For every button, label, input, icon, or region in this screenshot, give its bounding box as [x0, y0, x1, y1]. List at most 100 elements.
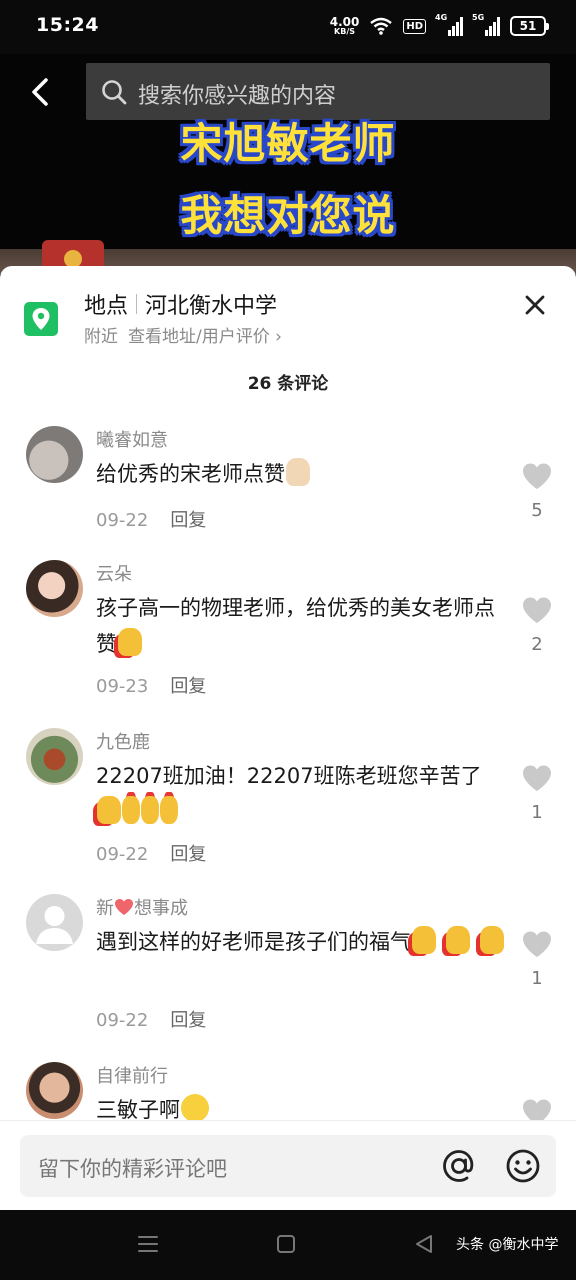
comment-input-placeholder: 留下你的精彩评论吧: [38, 1157, 227, 1181]
signal-icon-sim2: 5G: [472, 13, 500, 36]
comment-username[interactable]: 自律前行: [96, 1062, 168, 1088]
comment-text-body: 三敏子啊: [96, 1098, 180, 1122]
comment-text-body: 22207班加油！22207班陈老班您辛苦了: [96, 764, 482, 788]
username-part: 想事成: [134, 898, 188, 919]
reply-button[interactable]: 回复: [170, 844, 206, 865]
comment-text-body: 遇到这样的好老师是孩子们的福气: [96, 930, 411, 954]
comment-text: 遇到这样的好老师是孩子们的福气: [96, 924, 506, 960]
username-part: 新: [96, 898, 114, 919]
comment-text-body: 孩子高一的物理老师，给优秀的美女老师点赞: [96, 596, 495, 656]
like-count: 1: [531, 802, 543, 823]
network-speed-unit: KB/S: [334, 27, 356, 36]
reply-button[interactable]: 回复: [170, 676, 206, 697]
back-button[interactable]: [24, 74, 60, 110]
comment-text-body: 给优秀的宋老师点赞: [96, 462, 285, 486]
comments-sheet: 地点 河北衡水中学 附近 查看地址/用户评价 › 26 条评论 曦睿如意 给优秀的…: [0, 266, 576, 1210]
wifi-icon: [370, 17, 393, 35]
comment-input[interactable]: 留下你的精彩评论吧: [20, 1135, 556, 1197]
grinning-face-icon: [181, 1094, 209, 1122]
comment-meta: 09-22 回复: [96, 506, 206, 532]
thumbs-up-icon: [446, 926, 470, 954]
reply-button[interactable]: 回复: [170, 510, 206, 531]
avatar[interactable]: [26, 728, 83, 785]
video-overlay-title-1: 宋旭敏老师: [180, 119, 396, 168]
like-button[interactable]: 1: [520, 764, 554, 823]
thumbs-up-icon: [97, 796, 121, 824]
like-button[interactable]: 2: [520, 596, 554, 655]
heart-icon: [523, 463, 551, 489]
at-icon[interactable]: [440, 1147, 478, 1185]
thumbs-up-icon: [480, 926, 504, 954]
avatar[interactable]: [26, 426, 83, 483]
video-header: 搜索你感兴趣的内容 宋旭敏老师 我想对您说: [0, 54, 576, 274]
comment-item: 新想事成 遇到这样的好老师是孩子们的福气 09-22 回复 1: [0, 894, 576, 1034]
comment-text: 22207班加油！22207班陈老班您辛苦了: [96, 758, 506, 830]
comment-text: 给优秀的宋老师点赞: [96, 456, 506, 492]
comment-username[interactable]: 云朵: [96, 560, 132, 586]
like-count: 5: [531, 500, 543, 521]
hd-badge: HD: [403, 18, 426, 34]
comment-date: 09-22: [96, 844, 149, 865]
location-subline[interactable]: 附近 查看地址/用户评价 ›: [84, 322, 282, 347]
comment-date: 09-22: [96, 510, 149, 531]
divider: [136, 294, 138, 314]
avatar[interactable]: [26, 1062, 83, 1119]
battery-icon: 51: [510, 16, 549, 36]
comment-meta: 09-23 回复: [96, 672, 206, 698]
network-speed: 4.00 KB/S: [330, 16, 360, 36]
signal-icon-sim1: 4G: [435, 13, 463, 36]
status-icons: 4.00 KB/S HD 4G 5G 51: [330, 13, 549, 39]
location-nearby: 附近: [84, 327, 118, 347]
comment-item: 云朵 孩子高一的物理老师，给优秀的美女老师点赞 09-23 回复 2: [0, 560, 576, 700]
comment-username[interactable]: 九色鹿: [96, 728, 150, 754]
location-header[interactable]: 地点 河北衡水中学: [84, 288, 277, 320]
watermark: 头条 @衡水中学: [456, 1237, 559, 1253]
avatar[interactable]: [26, 560, 83, 617]
video-overlay-title-2: 我想对您说: [180, 191, 396, 240]
back-triangle-icon[interactable]: [412, 1232, 436, 1256]
comment-username[interactable]: 曦睿如意: [96, 426, 168, 452]
status-bar: 15:24 4.00 KB/S HD 4G 5G 51: [0, 0, 576, 54]
avatar[interactable]: [26, 894, 83, 951]
location-name: 河北衡水中学: [145, 294, 278, 319]
like-count: 2: [531, 634, 543, 655]
like-button[interactable]: 1: [520, 930, 554, 989]
thumbs-up-icon: [286, 458, 310, 486]
like-button[interactable]: 5: [520, 462, 554, 521]
reply-button[interactable]: 回复: [170, 1010, 206, 1031]
location-label: 地点: [84, 294, 129, 319]
comment-meta: 09-22 回复: [96, 1006, 206, 1032]
comment-date: 09-23: [96, 676, 149, 697]
default-avatar-icon: [36, 906, 73, 944]
search-placeholder: 搜索你感兴趣的内容: [138, 84, 337, 109]
like-count: 1: [531, 968, 543, 989]
search-icon: [102, 80, 127, 105]
comment-count: 26 条评论: [247, 374, 329, 394]
fingers-crossed-icon: [122, 796, 140, 824]
thumbs-up-icon: [118, 628, 142, 656]
system-nav-bar: 头条 @衡水中学: [0, 1210, 576, 1280]
heart-icon: [523, 597, 551, 623]
chevron-left-icon: [32, 78, 48, 106]
status-time: 15:24: [36, 14, 99, 36]
comment-item: 九色鹿 22207班加油！22207班陈老班您辛苦了 09-22 回复 1: [0, 728, 576, 868]
signal-label: 5G: [472, 13, 485, 22]
menu-icon[interactable]: [136, 1232, 160, 1256]
red-heart-icon: [115, 899, 133, 915]
close-button[interactable]: [520, 290, 550, 320]
close-icon: [525, 295, 545, 315]
comment-input-bar: 留下你的精彩评论吧: [0, 1120, 576, 1210]
location-pin-icon: [24, 302, 58, 336]
comment-item: 曦睿如意 给优秀的宋老师点赞 09-22 回复 5: [0, 426, 576, 546]
thumbs-up-icon: [412, 926, 436, 954]
fingers-crossed-icon: [160, 796, 178, 824]
comment-item: 自律前行 三敏子啊: [0, 1062, 576, 1125]
signal-label: 4G: [435, 13, 448, 22]
smile-icon[interactable]: [504, 1147, 542, 1185]
view-address-link[interactable]: 查看地址/用户评价 ›: [128, 327, 282, 347]
home-icon[interactable]: [274, 1232, 298, 1256]
comment-username[interactable]: 新想事成: [96, 894, 188, 920]
comment-text: 孩子高一的物理老师，给优秀的美女老师点赞: [96, 590, 506, 662]
heart-icon: [523, 931, 551, 957]
fingers-crossed-icon: [141, 796, 159, 824]
